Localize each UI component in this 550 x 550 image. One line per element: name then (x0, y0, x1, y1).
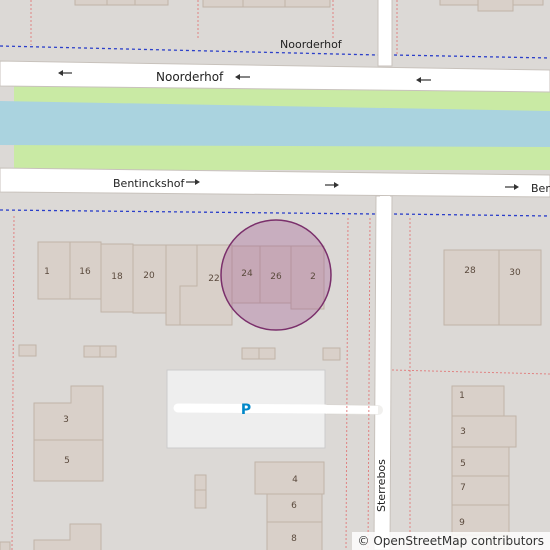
buildings-lower-middle (254, 461, 325, 550)
house-number: 26 (270, 272, 282, 282)
street-label-bentinckshof-edge: Ben (531, 182, 550, 195)
attribution-text[interactable]: © OpenStreetMap contributors (358, 534, 544, 548)
house-number: 8 (291, 534, 297, 544)
house-number: 22 (208, 274, 219, 284)
house-number: 30 (509, 268, 521, 278)
house-number: 6 (291, 501, 297, 511)
house-number: 1 (459, 391, 465, 401)
house-number: 4 (292, 475, 298, 485)
house-number: 3 (460, 427, 466, 437)
house-number: 2 (310, 272, 316, 282)
map-canvas[interactable]: 1 16 18 20 22 24 26 2 28 30 3 5 4 6 8 1 … (0, 0, 550, 550)
house-number: 28 (464, 266, 476, 276)
house-number: 20 (143, 271, 155, 281)
buildings-top (74, 0, 544, 12)
parking-icon[interactable]: P (241, 402, 251, 418)
house-number: 9 (459, 518, 465, 528)
buildings-lower-left (33, 385, 104, 550)
house-number: 5 (64, 456, 70, 466)
map-view[interactable]: 1 16 18 20 22 24 26 2 28 30 3 5 4 6 8 1 … (0, 0, 550, 550)
map-attribution[interactable]: © OpenStreetMap contributors (351, 532, 550, 550)
house-number: 3 (63, 415, 69, 425)
street-label-noorderhof-top: Noorderhof (280, 38, 343, 51)
house-number: 16 (79, 267, 91, 277)
house-number: 1 (44, 267, 50, 277)
street-label-sterrebos: Sterrebos (375, 459, 388, 512)
house-number: 24 (241, 269, 253, 279)
street-label-bentinckshof: Bentinckshof (113, 177, 185, 190)
house-number: 18 (111, 272, 123, 282)
house-number: 5 (460, 459, 466, 469)
house-number: 7 (460, 483, 466, 493)
street-label-noorderhof: Noorderhof (156, 70, 224, 84)
